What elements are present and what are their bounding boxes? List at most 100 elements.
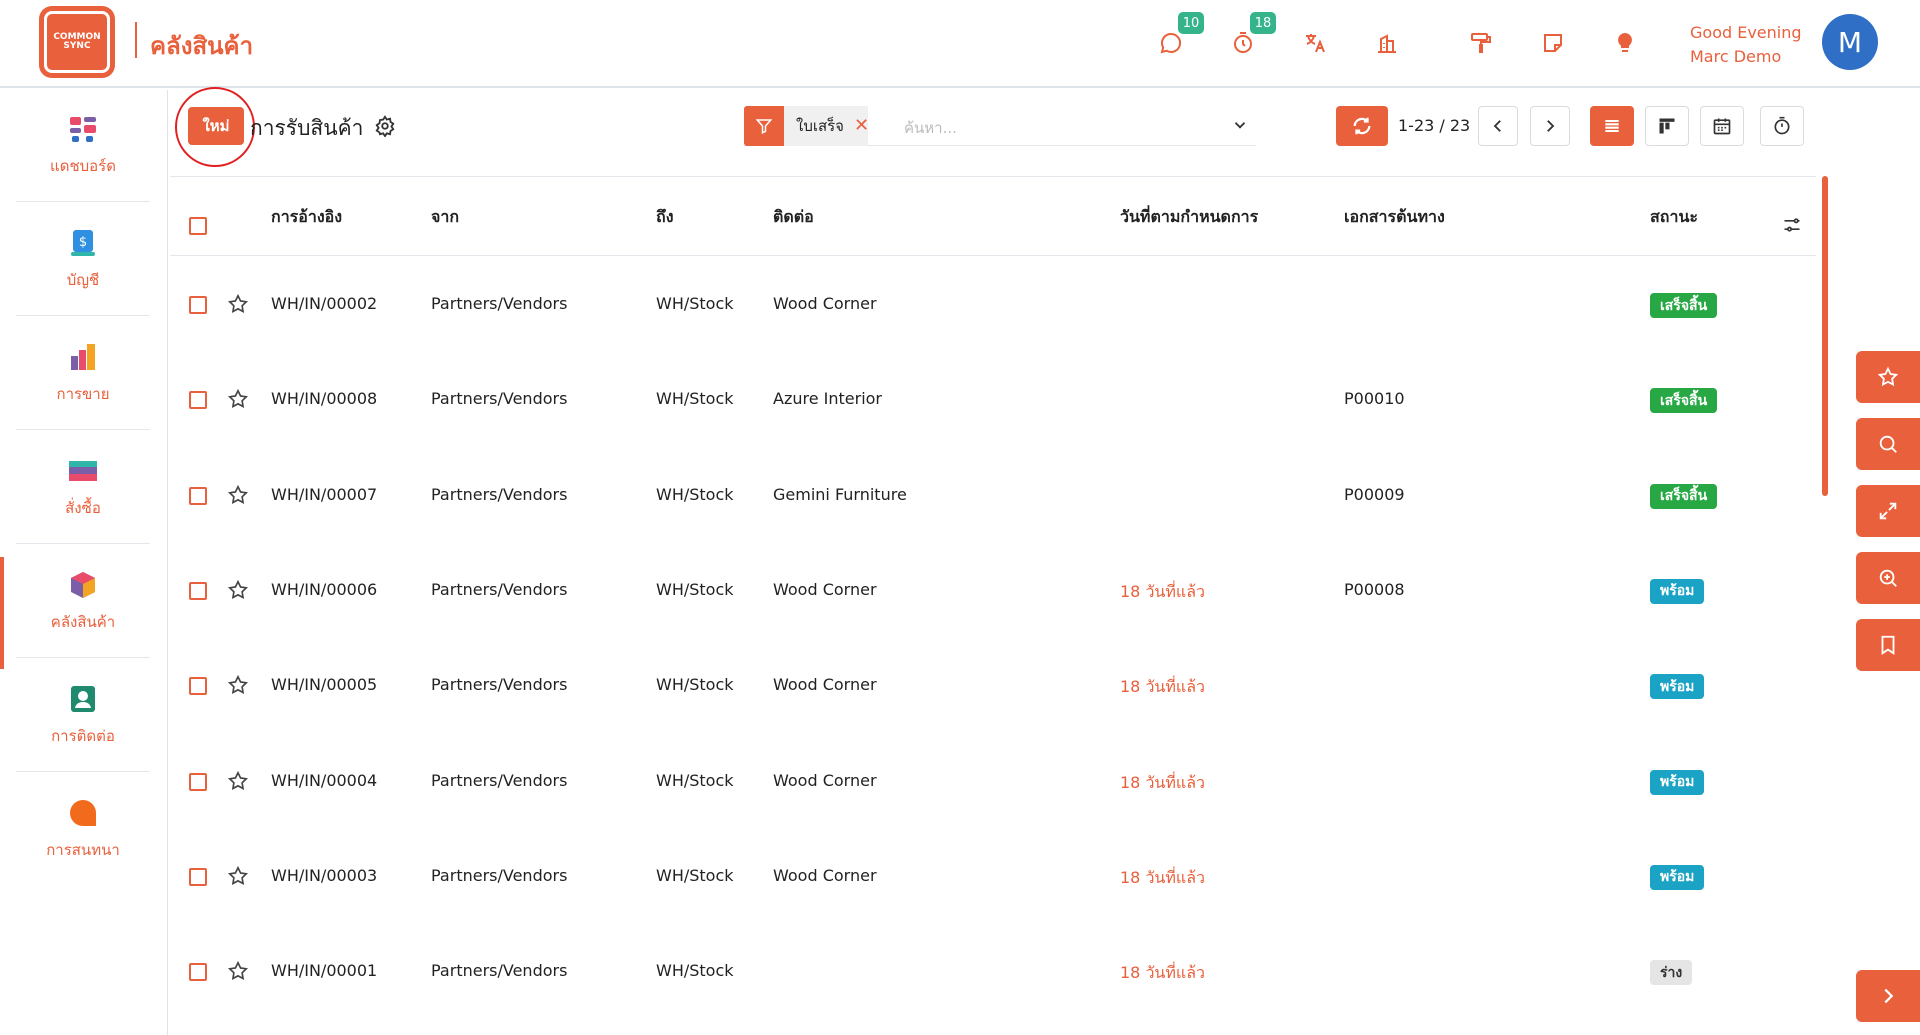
chevron-down-icon[interactable]	[1231, 116, 1249, 134]
greeting: Good Evening Marc Demo	[1690, 21, 1802, 69]
new-button[interactable]: ใหม่	[188, 107, 244, 145]
expand-panel-button[interactable]	[1856, 970, 1920, 1022]
app-logo[interactable]: COMMON SYNC	[44, 11, 110, 73]
star-icon[interactable]	[227, 674, 249, 696]
star-icon[interactable]	[227, 770, 249, 792]
star-icon[interactable]	[227, 960, 249, 982]
bookmark-float-button[interactable]	[1856, 619, 1920, 671]
chat-icon[interactable]	[1158, 30, 1184, 56]
table-row[interactable]: WH/IN/00006 Partners/Vendors WH/Stock Wood …	[170, 544, 1816, 639]
note-icon[interactable]	[1540, 30, 1566, 56]
sidebar-item-purchase[interactable]: สั่งซื้อ	[16, 432, 150, 544]
cell-contact: Wood Corner	[773, 294, 877, 313]
cell-reference: WH/IN/00004	[271, 770, 378, 790]
row-checkbox[interactable]	[189, 867, 207, 886]
user-avatar[interactable]: M	[1822, 14, 1878, 70]
cell-from: Partners/Vendors	[431, 579, 568, 599]
table-row[interactable]: WH/IN/00001 Partners/Vendors WH/Stock 18 วั…	[170, 925, 1816, 1020]
star-icon[interactable]	[227, 388, 249, 410]
sidebar-item-label: การขาย	[56, 384, 110, 403]
column-header-contact[interactable]: ติดต่อ	[773, 205, 814, 230]
row-checkbox[interactable]	[189, 772, 207, 791]
row-checkbox[interactable]	[189, 677, 207, 696]
search-icon	[1879, 435, 1897, 453]
sidebar-item-contacts[interactable]: การติดต่อ	[16, 660, 150, 772]
status-badge: พร้อม	[1650, 674, 1705, 700]
table-row[interactable]: WH/IN/00002 Partners/Vendors WH/Stock Wood …	[170, 258, 1816, 353]
table-row[interactable]: WH/IN/00003 Partners/Vendors WH/Stock Wood …	[170, 830, 1816, 925]
star-icon[interactable]	[227, 293, 249, 315]
column-settings-icon[interactable]	[1782, 215, 1802, 235]
list-icon	[1605, 119, 1619, 133]
search-float-button[interactable]	[1856, 418, 1920, 470]
column-header-source-document[interactable]: เอกสารต้นทาง	[1344, 205, 1445, 230]
cell-to: WH/Stock	[656, 865, 734, 885]
next-page-button[interactable]	[1530, 106, 1570, 146]
sidebar-item-dashboard[interactable]: แดชบอร์ด	[16, 90, 150, 202]
cell-to: WH/Stock	[656, 579, 734, 599]
column-header-reference[interactable]: การอ้างอิง	[271, 205, 342, 230]
list-view-button[interactable]	[1590, 106, 1634, 146]
star-icon[interactable]	[227, 484, 249, 506]
chevron-left-icon	[1493, 120, 1501, 132]
calendar-view-button[interactable]	[1700, 106, 1744, 146]
cell-scheduled-date: 18 วันที่แล้ว	[1120, 772, 1206, 792]
kanban-view-button[interactable]	[1645, 106, 1689, 146]
activity-view-button[interactable]	[1760, 106, 1804, 146]
search-input[interactable]: ค้นหา...	[904, 116, 957, 140]
paint-roller-icon[interactable]	[1468, 30, 1494, 56]
scrollbar[interactable]	[1822, 176, 1828, 496]
status-badge: เสร็จสิ้น	[1650, 293, 1718, 318]
cell-contact: Wood Corner	[773, 865, 877, 885]
previous-page-button[interactable]	[1478, 106, 1518, 146]
column-header-from[interactable]: จาก	[431, 205, 459, 230]
chat-badge: 10	[1178, 12, 1204, 34]
column-header-status[interactable]: สถานะ	[1650, 205, 1698, 230]
sidebar-item-inventory[interactable]: คลังสินค้า	[16, 546, 150, 658]
star-icon[interactable]	[227, 579, 249, 601]
table-row[interactable]: WH/IN/00005 Partners/Vendors WH/Stock Wood …	[170, 639, 1816, 734]
favorite-float-button[interactable]	[1856, 351, 1920, 403]
row-checkbox[interactable]	[189, 391, 207, 410]
sidebar-item-label: การติดต่อ	[51, 726, 115, 745]
translate-icon[interactable]	[1302, 30, 1328, 56]
activity-clock-icon[interactable]	[1230, 30, 1256, 56]
sales-icon	[71, 343, 95, 370]
sidebar-item-accounting[interactable]: $ บัญชี	[16, 204, 150, 316]
gear-icon[interactable]	[374, 115, 396, 137]
user-name: Marc Demo	[1690, 47, 1782, 66]
star-icon	[1877, 366, 1899, 387]
table-row[interactable]: WH/IN/00007 Partners/Vendors WH/Stock Gemin…	[170, 449, 1816, 544]
refresh-button[interactable]	[1336, 106, 1388, 146]
kanban-icon	[1659, 118, 1675, 134]
discuss-icon	[70, 800, 96, 826]
cell-to: WH/Stock	[656, 294, 734, 313]
column-header-scheduled-date[interactable]: วันที่ตามกำหนดการ	[1120, 205, 1258, 230]
page-title: การรับสินค้า	[250, 116, 364, 140]
sidebar: แดชบอร์ด $ บัญชี การขาย สั่งซื้อ คลังสิน…	[0, 90, 168, 1035]
expand-float-button[interactable]	[1856, 485, 1920, 537]
company-icon[interactable]	[1374, 30, 1400, 56]
row-checkbox[interactable]	[189, 581, 207, 600]
cell-source-document: P00008	[1344, 579, 1405, 599]
calendar-icon	[1713, 118, 1731, 135]
pager-value[interactable]: 1-23 / 23	[1398, 116, 1470, 135]
filter-icon[interactable]	[744, 106, 784, 146]
row-checkbox[interactable]	[189, 963, 207, 982]
status-badge: พร้อม	[1650, 769, 1705, 795]
app-title[interactable]: คลังสินค้า	[150, 26, 253, 65]
row-checkbox[interactable]	[189, 486, 207, 505]
row-checkbox[interactable]	[189, 296, 207, 314]
star-icon[interactable]	[227, 865, 249, 887]
sidebar-item-discuss[interactable]: การสนทนา	[16, 774, 150, 886]
cell-reference: WH/IN/00008	[271, 389, 378, 409]
chevron-right-icon	[1547, 120, 1555, 132]
table-row[interactable]: WH/IN/00004 Partners/Vendors WH/Stock Wood …	[170, 735, 1816, 830]
remove-facet-icon[interactable]: ✕	[854, 115, 869, 136]
sidebar-item-sales[interactable]: การขาย	[16, 318, 150, 430]
select-all-checkbox[interactable]	[189, 217, 207, 235]
table-row[interactable]: WH/IN/00008 Partners/Vendors WH/Stock Azure…	[170, 353, 1816, 448]
lightbulb-icon[interactable]	[1612, 30, 1638, 56]
zoom-float-button[interactable]	[1856, 552, 1920, 604]
column-header-to[interactable]: ถึง	[656, 205, 674, 230]
